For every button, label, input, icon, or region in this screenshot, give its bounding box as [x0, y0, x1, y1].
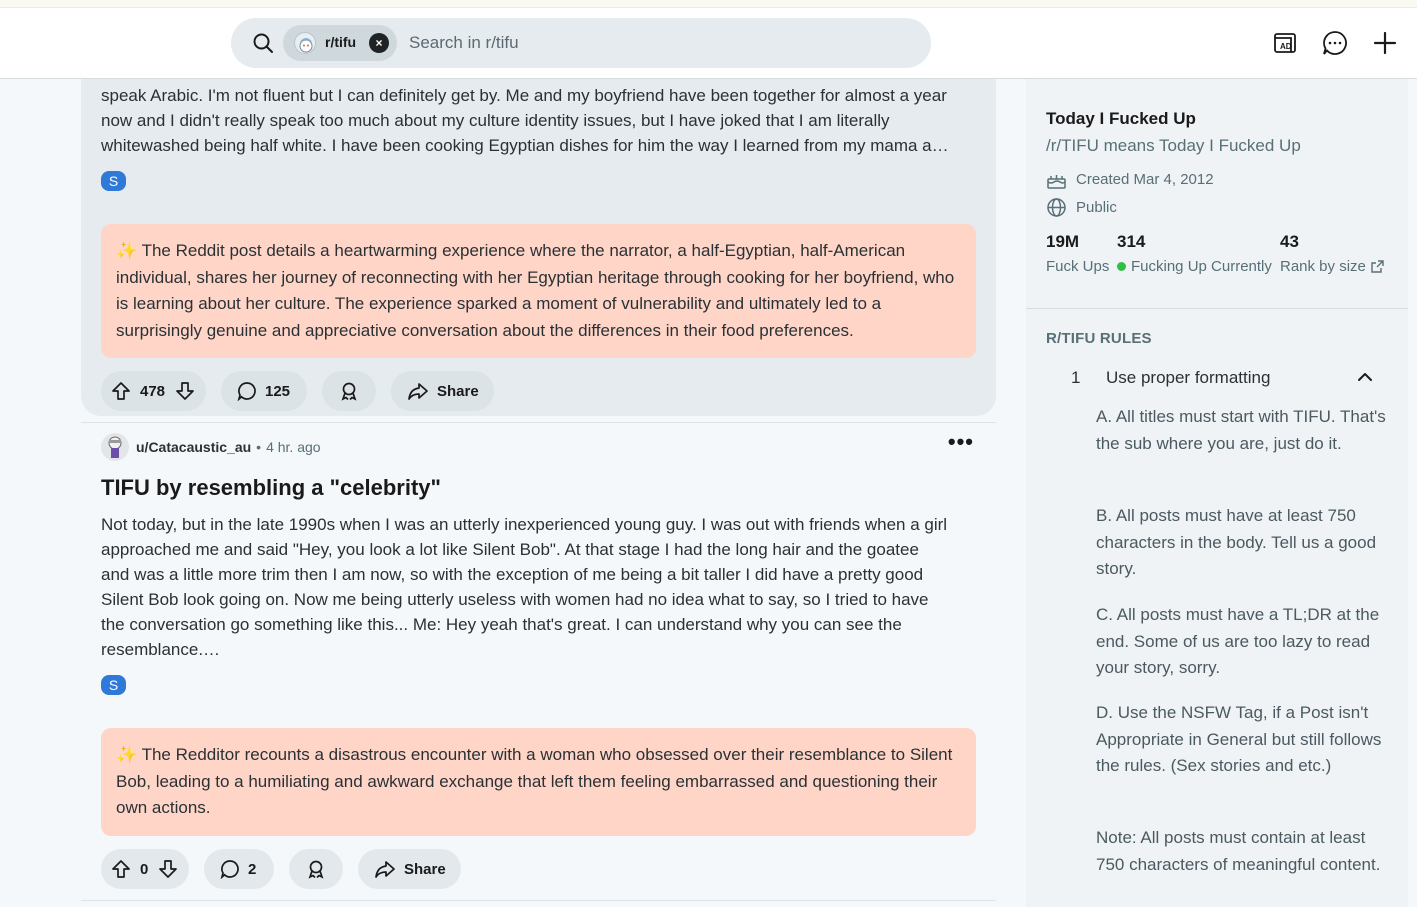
visibility-row: Public — [1046, 197, 1117, 218]
create-post-button[interactable] — [1369, 27, 1401, 59]
post-time: 4 hr. ago — [266, 439, 321, 455]
rule-detail: C. All posts must have a TL;DR at the en… — [1096, 605, 1380, 677]
award-button[interactable] — [322, 371, 376, 411]
community-title: Today I Fucked Up — [1046, 109, 1196, 128]
online-stat: 314 Fucking Up Currently — [1117, 232, 1272, 275]
award-icon — [341, 382, 357, 401]
ai-summary-box: ✨ The Redditor recounts a disastrous enc… — [101, 728, 976, 836]
members-label: Fuck Ups — [1046, 258, 1110, 275]
share-button[interactable]: Share — [358, 849, 461, 889]
vote-control: 478 — [101, 371, 206, 411]
summary-badge[interactable]: S — [101, 171, 126, 191]
post-excerpt-line: now and I didn't really speak too much a… — [101, 111, 890, 130]
rank-value: 43 — [1280, 232, 1299, 251]
post-excerpt-line: approached me and said "Hey, you look a … — [101, 540, 919, 559]
upvote-icon[interactable] — [111, 859, 131, 879]
summary-badge[interactable]: S — [101, 675, 126, 695]
comment-icon — [237, 382, 256, 401]
online-dot-icon — [1117, 262, 1126, 271]
vote-count: 0 — [140, 860, 149, 878]
user-avatar[interactable] — [101, 433, 129, 461]
community-description: /r/TIFU means Today I Fucked Up — [1046, 136, 1301, 155]
post-excerpt-line: resemblance.… — [101, 640, 221, 659]
globe-icon — [1047, 198, 1066, 217]
search-input[interactable] — [409, 32, 889, 54]
share-label: Share — [437, 382, 479, 400]
rank-label: Rank by size — [1280, 258, 1366, 275]
created-date: Created Mar 4, 2012 — [1076, 171, 1214, 188]
comment-count: 2 — [248, 860, 257, 878]
svg-text:AD: AD — [1280, 42, 1292, 51]
site-header: r/tifu × AD — [0, 8, 1417, 79]
online-count: 314 — [1117, 232, 1146, 251]
comment-icon — [220, 860, 239, 879]
rule-detail: B. All posts must have at least 750 char… — [1096, 506, 1377, 578]
visibility-label: Public — [1076, 199, 1117, 216]
vote-control: 0 — [101, 849, 189, 889]
comments-button[interactable]: 2 — [204, 849, 274, 889]
post-excerpt-line: Silent Bob look going on. Now me being u… — [101, 590, 929, 609]
share-icon — [408, 383, 428, 400]
comments-button[interactable]: 125 — [221, 371, 307, 411]
external-link-icon[interactable] — [1371, 260, 1384, 273]
meta-separator: • — [256, 439, 262, 455]
advertise-icon: AD — [1274, 33, 1296, 53]
created-row: Created Mar 4, 2012 — [1046, 169, 1214, 190]
rule-detail: D. Use the NSFW Tag, if a Post isn't App… — [1096, 703, 1382, 775]
clear-community-icon[interactable]: × — [369, 33, 389, 53]
vote-count: 478 — [140, 382, 166, 400]
search-bar[interactable]: r/tifu × — [231, 18, 931, 68]
rule-detail: Note: All posts must contain at least 75… — [1096, 828, 1381, 874]
post-excerpt-line: and was a little more trim then I am now… — [101, 565, 924, 584]
post-excerpt-line: the conversation go something like this.… — [101, 615, 902, 634]
browser-top-strip — [0, 0, 1417, 8]
comment-count: 125 — [265, 382, 291, 400]
rules-heading: R/TIFU RULES — [1046, 330, 1152, 347]
sidebar-divider — [1026, 308, 1408, 309]
downvote-icon[interactable] — [175, 381, 195, 401]
members-stat: 19M Fuck Ups — [1046, 232, 1109, 275]
community-avatar-icon — [294, 32, 316, 54]
post-excerpt-line: speak Arabic. I'm not fluent but I can d… — [101, 86, 947, 105]
community-sidebar: Today I Fucked Up /r/TIFU means Today I … — [1026, 79, 1408, 907]
members-count: 19M — [1046, 232, 1080, 251]
advertise-button[interactable]: AD — [1269, 27, 1301, 59]
ai-summary-box: ✨ The Reddit post details a heartwarming… — [101, 224, 976, 358]
downvote-icon[interactable] — [158, 859, 178, 879]
chat-button[interactable] — [1319, 27, 1351, 59]
post-divider — [81, 900, 996, 901]
award-button[interactable] — [289, 849, 343, 889]
share-icon — [375, 861, 395, 878]
chevron-up-icon[interactable] — [1356, 370, 1374, 384]
rule-detail: A. All titles must start with TIFU. That… — [1096, 407, 1386, 453]
award-icon — [308, 860, 324, 879]
more-options-icon[interactable]: ••• — [948, 431, 974, 453]
search-icon — [253, 33, 273, 53]
community-chip-label: r/tifu — [325, 34, 357, 50]
create-post-icon — [1373, 31, 1397, 55]
post-meta: u/Catacaustic_au • 4 hr. ago — [101, 433, 321, 461]
post-card[interactable]: speak Arabic. I'm not fluent but I can d… — [81, 79, 996, 416]
upvote-icon[interactable] — [111, 381, 131, 401]
post-excerpt-line: Not today, but in the late 1990s when I … — [101, 515, 948, 534]
post-excerpt-line: whitewashed being half white. I have bee… — [101, 136, 949, 155]
share-button[interactable]: Share — [391, 371, 494, 411]
post-author[interactable]: u/Catacaustic_au — [136, 439, 251, 455]
share-label: Share — [404, 860, 446, 878]
rule-title[interactable]: Use proper formatting — [1106, 368, 1270, 388]
rule-number: 1 — [1071, 368, 1081, 387]
online-label: Fucking Up Currently — [1131, 258, 1272, 275]
community-filter-chip[interactable]: r/tifu × — [283, 25, 397, 61]
cake-icon — [1047, 175, 1066, 189]
post-card[interactable]: u/Catacaustic_au • 4 hr. ago ••• TIFU by… — [81, 423, 996, 903]
post-title[interactable]: TIFU by resembling a "celebrity" — [101, 475, 441, 501]
rank-stat[interactable]: 43 Rank by size — [1280, 232, 1384, 275]
chat-icon — [1323, 31, 1347, 55]
